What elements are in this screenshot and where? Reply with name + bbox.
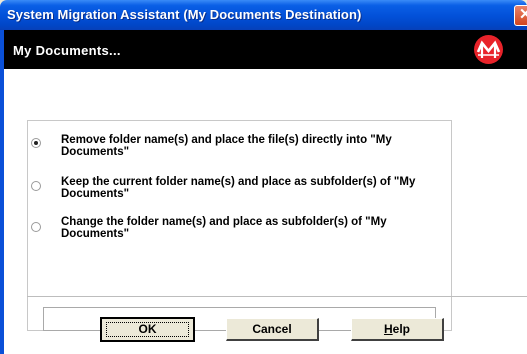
dialog-content: Remove folder name(s) and place the file…: [4, 69, 527, 354]
option-label: Remove folder name(s) and place the file…: [61, 134, 392, 158]
header-title: My Documents...: [13, 43, 121, 58]
help-mnemonic: H: [383, 322, 393, 336]
window-title: System Migration Assistant (My Documents…: [7, 7, 362, 22]
radio-remove-folder-names[interactable]: [31, 138, 41, 148]
cancel-button[interactable]: Cancel: [226, 318, 319, 341]
focus-ring: [106, 322, 189, 337]
divider: [27, 296, 527, 297]
radio-change-folder-names[interactable]: [31, 222, 41, 232]
close-icon: ✕: [519, 6, 527, 23]
radio-keep-folder-names[interactable]: [31, 181, 41, 191]
title-bar[interactable]: System Migration Assistant (My Documents…: [0, 0, 527, 30]
header-band: My Documents...: [4, 30, 527, 69]
m-logo-icon: [474, 35, 503, 64]
destination-options-group: Remove folder name(s) and place the file…: [27, 120, 452, 331]
ok-button[interactable]: OK: [100, 317, 195, 342]
help-button-label: elp: [392, 322, 410, 336]
help-button[interactable]: Help: [351, 318, 444, 341]
option-label: Change the folder name(s) and place as s…: [61, 216, 387, 240]
cancel-button-label: Cancel: [252, 322, 292, 336]
option-label: Keep the current folder name(s) and plac…: [61, 176, 416, 200]
close-button[interactable]: ✕: [514, 5, 527, 26]
